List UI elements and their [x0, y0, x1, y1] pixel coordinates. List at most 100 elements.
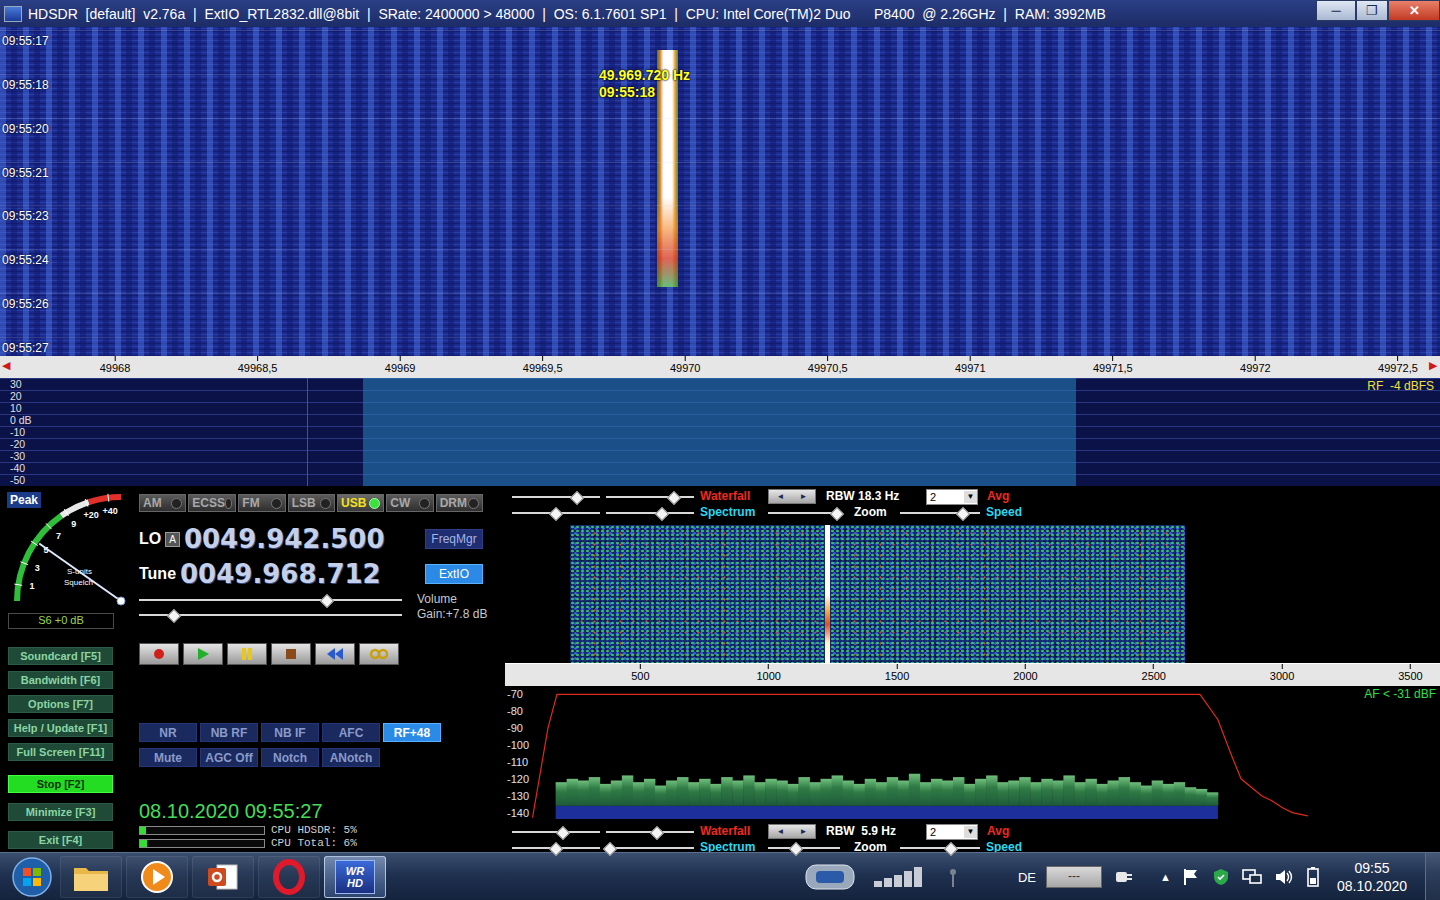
hdsdr-taskbar-button[interactable]: WRHD	[324, 856, 386, 898]
average-dropdown[interactable]: 2▼	[926, 489, 978, 505]
explorer-taskbar-button[interactable]	[60, 856, 122, 898]
average-dropdown[interactable]: 2▼	[926, 824, 978, 840]
mode-button[interactable]: FM	[238, 494, 285, 512]
pause-button[interactable]	[227, 643, 267, 665]
signal-tray-item[interactable]	[872, 865, 928, 889]
tune-frequency[interactable]: 0049.968.712	[180, 559, 381, 589]
dsp-button[interactable]: AGC Off	[200, 748, 258, 767]
function-button[interactable]: Stop [F2]	[8, 775, 113, 793]
function-button[interactable]: Minimize [F3]	[8, 803, 113, 821]
time-row: 09:55:24	[0, 249, 1440, 268]
mode-button[interactable]: LSB	[288, 494, 335, 512]
function-button[interactable]: Full Screen [F11]	[8, 743, 113, 761]
rf-waterfall[interactable]: 09:55:1709:55:1809:55:2009:55:2109:55:23…	[0, 27, 1440, 356]
speed-slider[interactable]	[900, 841, 980, 855]
waterfall-slider[interactable]	[606, 490, 694, 504]
zoom-slider[interactable]	[768, 841, 840, 855]
stop-button[interactable]	[271, 643, 311, 665]
lo-bank[interactable]: A	[165, 532, 180, 547]
waterfall-slider[interactable]	[512, 825, 600, 839]
function-button[interactable]: Bandwidth [F6]	[8, 671, 113, 689]
af-db-label: -110	[507, 756, 528, 768]
battery-tray-item[interactable]	[1305, 866, 1321, 888]
spectrum-slider[interactable]	[606, 841, 694, 855]
af-spectrum[interactable]: -70-80-90-100-110-120-130-140AF < -31 dB…	[505, 686, 1440, 819]
power-plug-icon[interactable]	[1112, 867, 1134, 887]
spectrum-slider[interactable]	[606, 506, 694, 520]
dsp-button[interactable]: NB IF	[261, 723, 319, 742]
rewind-icon	[323, 646, 347, 662]
dsp-button[interactable]: Mute	[139, 748, 197, 767]
antenna-tray-item[interactable]	[944, 865, 962, 889]
show-hidden-icons[interactable]: ▲	[1160, 871, 1171, 883]
speaker-tray-item[interactable]	[1273, 867, 1295, 887]
frequency-tick: 49969	[385, 356, 416, 375]
mode-button[interactable]: CW	[386, 494, 433, 512]
dsp-button[interactable]: RF+48	[383, 723, 441, 742]
time-row: 09:55:17	[0, 30, 1440, 49]
loop-button[interactable]	[359, 643, 399, 665]
noise-bar	[688, 782, 699, 806]
tune-label: Tune	[139, 565, 176, 583]
spectrum-slider[interactable]	[512, 841, 600, 855]
device-tray-item[interactable]	[804, 862, 856, 892]
language-indicator[interactable]: DE	[1018, 870, 1036, 885]
media-taskbar-button[interactable]	[126, 856, 188, 898]
show-desktop-button[interactable]	[1425, 853, 1440, 900]
opera-taskbar-button[interactable]	[258, 856, 320, 898]
waterfall-slider[interactable]	[606, 825, 694, 839]
rbw-stepper[interactable]: ◄►	[768, 489, 816, 504]
mode-led-icon	[320, 498, 331, 509]
noise-bar	[953, 777, 964, 806]
minimize-button[interactable]: ─	[1316, 0, 1356, 21]
record-button[interactable]	[139, 643, 179, 665]
time-labels: 09:55:1709:55:1809:55:2009:55:2109:55:23…	[0, 27, 1440, 356]
taskbar-clock[interactable]: 09:5508.10.2020	[1331, 859, 1415, 895]
mode-button[interactable]: USB	[337, 494, 384, 512]
flag-tray-item[interactable]	[1181, 867, 1201, 887]
dsp-button[interactable]: NR	[139, 723, 197, 742]
close-button[interactable]: ✕	[1388, 0, 1440, 21]
dsp-button[interactable]: ANotch	[322, 748, 380, 767]
noise-bar	[732, 781, 743, 806]
frequency-axis[interactable]: ◀4996849968,54996949969,54997049970,5499…	[0, 356, 1440, 378]
speed-slider[interactable]	[900, 506, 980, 520]
restore-button[interactable]: ❐	[1356, 0, 1388, 21]
scroll-right-mark[interactable]: ▶	[1429, 359, 1437, 372]
dsp-button[interactable]: NB RF	[200, 723, 258, 742]
function-button[interactable]: Exit [F4]	[8, 831, 113, 849]
waterfall-slider[interactable]	[512, 490, 600, 504]
shield-tray-item[interactable]	[1211, 867, 1231, 887]
function-button[interactable]: Options [F7]	[8, 695, 113, 713]
zoom-slider[interactable]	[768, 506, 840, 520]
dsp-button[interactable]: AFC	[322, 723, 380, 742]
rewind-button[interactable]	[315, 643, 355, 665]
input-indicator[interactable]: ---	[1046, 866, 1102, 888]
af-waterfall[interactable]	[505, 525, 1440, 663]
function-button[interactable]: Help / Update [F1]	[8, 719, 113, 737]
volume-label: Volume	[417, 592, 487, 607]
mode-button[interactable]: DRM	[436, 494, 483, 512]
play-button[interactable]	[183, 643, 223, 665]
gain-slider[interactable]	[139, 608, 402, 622]
dsp-button[interactable]: Notch	[261, 748, 319, 767]
volume-slider[interactable]	[139, 593, 402, 607]
function-button[interactable]: Soundcard [F5]	[8, 647, 113, 665]
speaker-icon	[1273, 867, 1295, 887]
rf-spectrum[interactable]: 3020100 dB-10-20-30-40-50RF -4 dBFS	[0, 378, 1440, 486]
peak-label[interactable]: Peak	[7, 492, 41, 508]
filter-curve	[533, 694, 1308, 817]
mode-button[interactable]: ECSS	[188, 494, 236, 512]
start-button[interactable]	[8, 855, 56, 899]
extio-button[interactable]: ExtIO	[425, 564, 483, 584]
mode-button[interactable]: AM	[139, 494, 186, 512]
filter-passband[interactable]	[363, 378, 1076, 486]
network-tray-item[interactable]	[1241, 867, 1263, 887]
spectrum-slider[interactable]	[512, 506, 600, 520]
freqmgr-button[interactable]: FreqMgr	[425, 529, 483, 549]
powerpoint-taskbar-button[interactable]	[192, 856, 254, 898]
rbw-stepper[interactable]: ◄►	[768, 824, 816, 839]
db-label: -20	[0, 439, 25, 450]
lo-frequency[interactable]: 0049.942.500	[184, 524, 385, 554]
noise-bar	[1030, 782, 1041, 806]
